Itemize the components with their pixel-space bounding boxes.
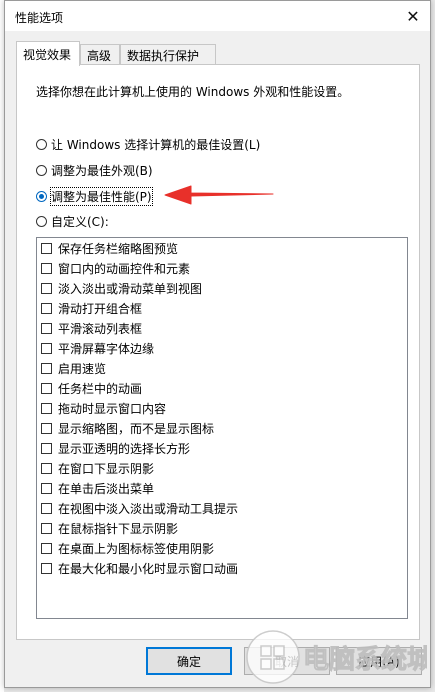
- checkbox-item[interactable]: 在桌面上为图标标签使用阴影: [41, 538, 214, 558]
- watermark-logo-icon: 电脑系统城: [246, 630, 427, 684]
- checkbox[interactable]: [41, 402, 52, 414]
- checkbox-label[interactable]: 显示缩略图，而不是显示图标: [58, 420, 214, 437]
- checkbox-label[interactable]: 滑动打开组合框: [58, 300, 142, 317]
- tab-visual-effects[interactable]: 视觉效果: [16, 41, 80, 66]
- checkbox[interactable]: [41, 322, 52, 334]
- checkbox[interactable]: [41, 522, 52, 534]
- panel-description: 选择你想在此计算机上使用的 Windows 外观和性能设置。: [36, 85, 350, 99]
- radio-label[interactable]: 调整为最佳性能(P): [50, 186, 153, 206]
- dialog-title: 性能选项: [15, 11, 64, 25]
- ok-button[interactable]: 确定: [146, 647, 232, 675]
- checkbox-item[interactable]: 在窗口下显示阴影: [41, 458, 154, 478]
- close-icon[interactable]: ✕: [396, 1, 430, 31]
- checkbox-item[interactable]: 淡入淡出或滑动菜单到视图: [41, 278, 202, 298]
- checkbox-item[interactable]: 平滑屏幕字体边缘: [41, 338, 154, 358]
- checkbox[interactable]: [41, 262, 52, 274]
- tab-advanced[interactable]: 高级: [80, 44, 120, 64]
- visual-effects-panel: 选择你想在此计算机上使用的 Windows 外观和性能设置。 让 Windows…: [16, 64, 420, 640]
- visual-effects-checkbox-list[interactable]: 保存任务栏缩略图预览 窗口内的动画控件和元素 淡入淡出或滑动菜单到视图 滑动打开…: [36, 237, 408, 619]
- radio-circle[interactable]: [36, 215, 47, 227]
- checkbox-item[interactable]: 启用速览: [41, 358, 106, 378]
- checkbox-item[interactable]: 保存任务栏缩略图预览: [41, 238, 178, 258]
- radio-best-performance[interactable]: 调整为最佳性能(P): [36, 186, 153, 206]
- radio-circle[interactable]: [36, 138, 47, 150]
- checkbox-label[interactable]: 在桌面上为图标标签使用阴影: [58, 540, 214, 557]
- checkbox-item[interactable]: 在单击后淡出菜单: [41, 478, 154, 498]
- checkbox-label[interactable]: 平滑滚动列表框: [58, 320, 142, 337]
- checkbox-item[interactable]: 窗口内的动画控件和元素: [41, 258, 190, 278]
- checkbox-label[interactable]: 在最大化和最小化时显示窗口动画: [58, 560, 238, 577]
- checkbox-item[interactable]: 在视图中淡入淡出或滑动工具提示: [41, 498, 238, 518]
- radio-circle-selected[interactable]: [36, 190, 47, 202]
- checkbox[interactable]: [41, 562, 52, 574]
- checkbox[interactable]: [41, 482, 52, 494]
- checkbox[interactable]: [41, 442, 52, 454]
- radio-circle[interactable]: [36, 164, 47, 176]
- checkbox[interactable]: [41, 462, 52, 474]
- checkbox-item[interactable]: 拖动时显示窗口内容: [41, 398, 166, 418]
- checkbox-label[interactable]: 保存任务栏缩略图预览: [58, 240, 178, 257]
- tab-data-execution-prevention[interactable]: 数据执行保护: [120, 44, 216, 64]
- radio-custom[interactable]: 自定义(C):: [36, 212, 109, 230]
- checkbox-label[interactable]: 平滑屏幕字体边缘: [58, 340, 154, 357]
- checkbox-item[interactable]: 在最大化和最小化时显示窗口动画: [41, 558, 238, 578]
- checkbox-label[interactable]: 在窗口下显示阴影: [58, 460, 154, 477]
- checkbox[interactable]: [41, 502, 52, 514]
- checkbox-label[interactable]: 显示亚透明的选择长方形: [58, 440, 190, 457]
- checkbox[interactable]: [41, 382, 52, 394]
- checkbox-label[interactable]: 淡入淡出或滑动菜单到视图: [58, 280, 202, 297]
- performance-options-dialog: 性能选项 ✕ 视觉效果 高级 数据执行保护 选择你想在此计算机上使用的 Wind…: [4, 0, 431, 688]
- radio-label[interactable]: 调整为最佳外观(B): [51, 162, 153, 179]
- checkbox-item[interactable]: 显示缩略图，而不是显示图标: [41, 418, 214, 438]
- checkbox[interactable]: [41, 282, 52, 294]
- radio-let-windows-choose[interactable]: 让 Windows 选择计算机的最佳设置(L): [36, 135, 260, 153]
- checkbox-label[interactable]: 启用速览: [58, 360, 106, 377]
- checkbox-label[interactable]: 在单击后淡出菜单: [58, 480, 154, 497]
- checkbox-item[interactable]: 滑动打开组合框: [41, 298, 142, 318]
- checkbox-label[interactable]: 在视图中淡入淡出或滑动工具提示: [58, 500, 238, 517]
- checkbox-label[interactable]: 在鼠标指针下显示阴影: [58, 520, 178, 537]
- checkbox[interactable]: [41, 302, 52, 314]
- checkbox-item[interactable]: 在鼠标指针下显示阴影: [41, 518, 178, 538]
- checkbox-label[interactable]: 窗口内的动画控件和元素: [58, 260, 190, 277]
- checkbox[interactable]: [41, 542, 52, 554]
- title-bar[interactable]: 性能选项 ✕: [5, 1, 430, 31]
- checkbox-item[interactable]: 平滑滚动列表框: [41, 318, 142, 338]
- checkbox-item[interactable]: 显示亚透明的选择长方形: [41, 438, 190, 458]
- checkbox[interactable]: [41, 362, 52, 374]
- radio-label[interactable]: 自定义(C):: [51, 213, 109, 230]
- checkbox[interactable]: [41, 342, 52, 354]
- checkbox[interactable]: [41, 242, 52, 254]
- watermark-text: 电脑系统城: [303, 644, 427, 675]
- checkbox-label[interactable]: 拖动时显示窗口内容: [58, 400, 166, 417]
- checkbox-item[interactable]: 任务栏中的动画: [41, 378, 142, 398]
- checkbox[interactable]: [41, 422, 52, 434]
- red-arrow-icon: [164, 185, 274, 205]
- radio-label[interactable]: 让 Windows 选择计算机的最佳设置(L): [51, 136, 260, 153]
- checkbox-label[interactable]: 任务栏中的动画: [58, 380, 142, 397]
- radio-best-appearance[interactable]: 调整为最佳外观(B): [36, 161, 153, 179]
